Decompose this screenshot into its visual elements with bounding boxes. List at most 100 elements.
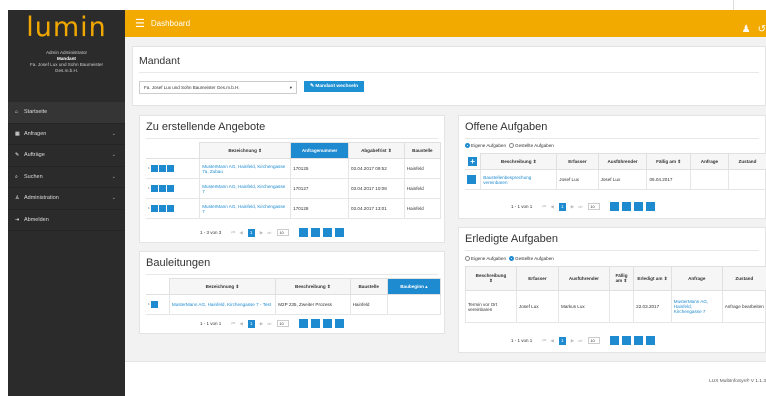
column-header[interactable]: Erledigt am ⇕ <box>633 266 672 291</box>
radio-gestellte[interactable]: Gestellte Aufgaben <box>509 256 554 262</box>
last-page-icon[interactable]: ⏭ <box>267 230 271 235</box>
radio-gestellte[interactable]: Gestellte Aufgaben <box>509 143 554 149</box>
export-pdf-icon[interactable] <box>622 336 632 345</box>
page-number[interactable]: 1 <box>558 336 566 345</box>
last-page-icon[interactable]: ⏭ <box>267 321 271 326</box>
list-icon[interactable] <box>166 185 174 192</box>
first-page-icon[interactable]: ⏮ <box>231 321 235 326</box>
user-icon[interactable]: ♟ <box>742 24 751 35</box>
export-pdf-icon[interactable] <box>622 202 632 211</box>
next-page-icon[interactable]: ▶ <box>571 338 574 344</box>
chevron-right-icon[interactable]: › <box>148 166 150 171</box>
print-icon[interactable] <box>299 228 309 237</box>
chevron-right-icon[interactable]: › <box>148 206 150 211</box>
column-header[interactable]: Fällig am ⇕ <box>608 266 635 291</box>
column-header[interactable]: Zustand <box>721 266 766 291</box>
sidebar-item-anfragen[interactable]: ▦ Anfragen ⌄ <box>8 124 125 145</box>
list-icon[interactable] <box>166 165 174 172</box>
print-icon[interactable] <box>610 202 620 211</box>
column-header[interactable]: Ausführender <box>597 153 648 170</box>
export-pdf-icon[interactable] <box>311 319 321 328</box>
column-header[interactable]: Fällig am ⇕ <box>646 153 691 170</box>
print-icon[interactable] <box>610 336 620 345</box>
column-header[interactable]: Erfasser <box>515 266 559 291</box>
radio-eigene[interactable]: Eigene Aufgaben <box>465 256 506 262</box>
edit-icon[interactable] <box>150 205 158 212</box>
chevron-right-icon[interactable]: › <box>148 302 150 307</box>
page-number[interactable]: 1 <box>247 228 255 237</box>
cell-beschreibung[interactable]: Baustellenbesprechung vereinbaren <box>480 169 558 190</box>
first-page-icon[interactable]: ⏮ <box>231 230 235 235</box>
last-page-icon[interactable]: ⏭ <box>578 204 582 209</box>
cell-bezeichnung[interactable]: MusterMann AG, Hainfeld, Kirchengasse 7 <box>199 178 292 199</box>
column-header[interactable]: Ausführender <box>557 266 610 291</box>
sidebar-item-administration[interactable]: ♙ Administration ⌄ <box>8 188 125 210</box>
sidebar-item-startseite[interactable]: ⌂ Startseite <box>8 102 125 124</box>
prev-page-icon[interactable]: ◀ <box>550 204 553 210</box>
print-icon[interactable] <box>299 319 309 328</box>
table-row: › MusterMann AG, Hainfeld, Kirchengasse … <box>146 178 442 199</box>
chevron-right-icon[interactable]: › <box>148 186 150 191</box>
prev-page-icon[interactable]: ◀ <box>239 321 242 327</box>
column-header[interactable]: Anfrage <box>670 266 723 291</box>
export-pdf-icon[interactable] <box>311 228 321 237</box>
first-page-icon[interactable]: ⏮ <box>542 204 546 209</box>
history-icon[interactable]: ↺ <box>758 24 766 35</box>
next-page-icon[interactable]: ▶ <box>571 204 574 210</box>
sidebar: lumin Admin Administrator Mandant Fa. Jo… <box>8 10 125 396</box>
page-number[interactable]: 1 <box>247 319 255 328</box>
export-csv-icon[interactable] <box>646 202 656 211</box>
cell-bezeichnung[interactable]: MusterMann AG, Hainfeld, Kirchengasse 7 <box>199 198 292 219</box>
column-header[interactable]: Abgabefrist ⇕ <box>348 142 405 159</box>
list-icon[interactable] <box>150 301 158 308</box>
column-header[interactable]: Baubeginn ▴ <box>386 278 442 295</box>
prev-page-icon[interactable]: ◀ <box>239 230 242 236</box>
export-excel-icon[interactable] <box>634 336 644 345</box>
list-icon[interactable] <box>166 205 174 212</box>
column-header[interactable]: Anfrage <box>689 153 729 170</box>
page-size-select[interactable]: 10 <box>588 337 601 344</box>
flag-icon[interactable] <box>467 175 476 184</box>
column-header[interactable]: Baustelle <box>403 142 442 159</box>
upload-icon[interactable] <box>158 185 166 192</box>
export-csv-icon[interactable] <box>335 228 345 237</box>
sidebar-item-suchen[interactable]: ⌕ Suchen ⌄ <box>8 167 125 188</box>
column-header[interactable]: Beschreibung ⇕ <box>465 266 517 291</box>
next-page-icon[interactable]: ▶ <box>260 321 263 327</box>
upload-icon[interactable] <box>158 165 166 172</box>
cell-bezeichnung[interactable]: MusterMann AG, Hainfeld, Kirchengasse 7a… <box>199 158 292 179</box>
column-header[interactable]: Erfasser <box>556 153 599 170</box>
prev-page-icon[interactable]: ◀ <box>550 338 553 344</box>
column-header[interactable]: Anfragenummer <box>290 142 349 159</box>
column-header[interactable]: Beschreibung ⇕ <box>480 153 558 170</box>
edit-icon[interactable] <box>150 165 158 172</box>
upload-icon[interactable] <box>158 205 166 212</box>
last-page-icon[interactable]: ⏭ <box>578 338 582 343</box>
export-excel-icon[interactable] <box>323 319 333 328</box>
sidebar-item-abmelden[interactable]: ⇥ Abmelden <box>8 210 125 231</box>
column-header[interactable]: Baustelle <box>349 278 388 295</box>
add-icon[interactable]: + <box>468 156 478 166</box>
column-header[interactable]: Bezeichnung ⇕ <box>168 278 277 295</box>
column-header[interactable]: Beschreibung ⇕ <box>275 278 351 295</box>
cell-bezeichnung[interactable]: MusterMann AG, Hainfeld, Kirchengasse 7 … <box>168 294 277 315</box>
export-csv-icon[interactable] <box>646 336 656 345</box>
sidebar-item-auftraege[interactable]: ✎ Aufträge ⌄ <box>8 145 125 167</box>
next-page-icon[interactable]: ▶ <box>260 230 263 236</box>
page-size-select[interactable]: 10 <box>588 203 601 210</box>
page-size-select[interactable]: 10 <box>277 229 290 236</box>
column-header[interactable]: Zustand <box>727 153 766 170</box>
export-csv-icon[interactable] <box>335 319 345 328</box>
cell-anfrage[interactable]: MusterMann AG, Hainfeld, Kirchengasse 7 <box>670 290 723 323</box>
export-excel-icon[interactable] <box>634 202 644 211</box>
mandant-select[interactable]: Fa. Josef Lux und Sohn Baumeister Ges.m.… <box>139 81 297 94</box>
hamburger-menu-icon[interactable]: ☰ <box>135 17 145 30</box>
first-page-icon[interactable]: ⏮ <box>542 338 546 343</box>
edit-icon[interactable] <box>150 185 158 192</box>
page-size-select[interactable]: 10 <box>277 320 290 327</box>
radio-eigene[interactable]: Eigene Aufgaben <box>465 143 506 149</box>
column-header[interactable]: Bezeichnung ⇕ <box>199 142 292 159</box>
mandant-wechseln-button[interactable]: ✎ Mandant wechseln <box>304 81 365 92</box>
page-number[interactable]: 1 <box>558 202 566 211</box>
export-excel-icon[interactable] <box>323 228 333 237</box>
